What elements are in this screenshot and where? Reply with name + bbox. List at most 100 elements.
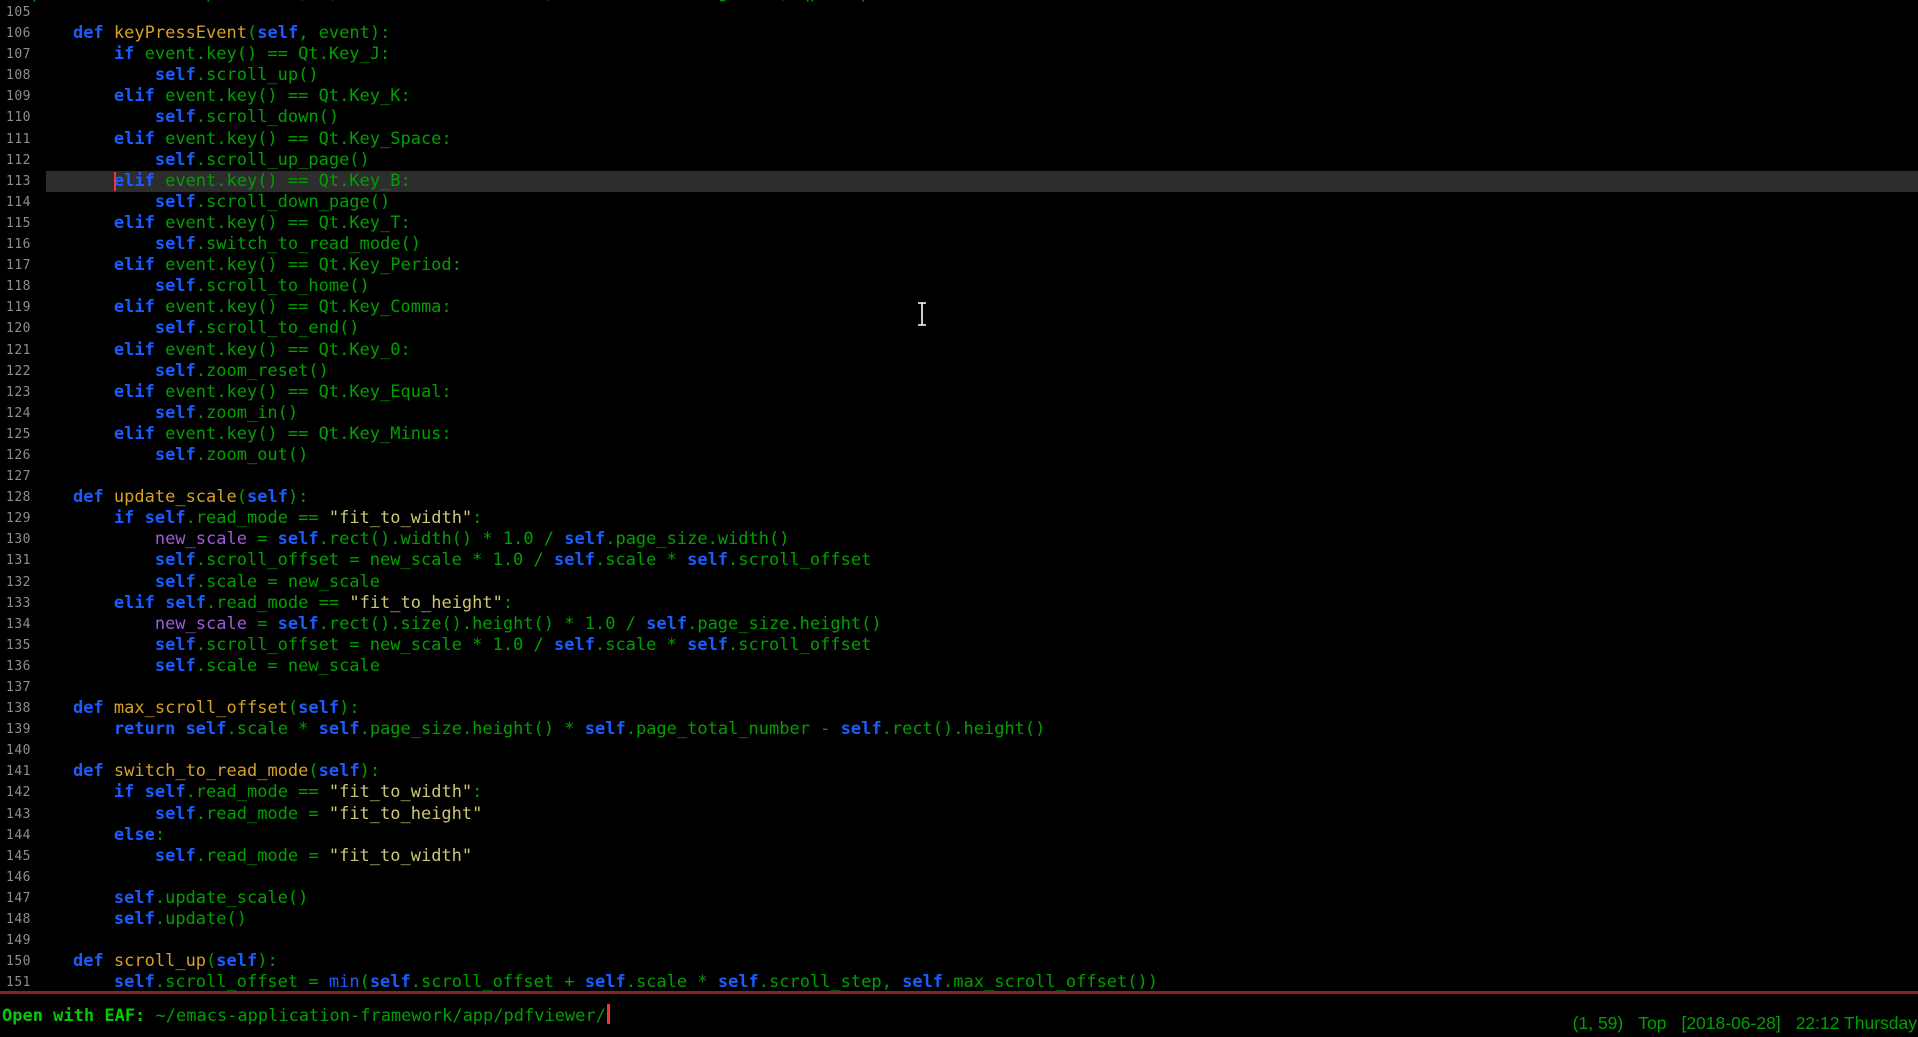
line-number: 146 xyxy=(6,867,32,888)
code-line[interactable]: 112 self.scroll_up_page() xyxy=(0,150,1918,171)
line-number: 129 xyxy=(6,508,32,529)
line-number: 140 xyxy=(6,740,32,761)
line-number: 128 xyxy=(6,487,32,508)
code-line[interactable]: 110 self.scroll_down() xyxy=(0,107,1918,128)
line-number: 113 xyxy=(6,171,32,192)
minibuffer[interactable]: Open with EAF: ~/emacs-application-frame… xyxy=(2,1003,610,1029)
code-line[interactable]: 145 self.read_mode = "fit_to_width" xyxy=(0,846,1918,867)
buffer-position: Top xyxy=(1638,1012,1666,1034)
line-number: 108 xyxy=(6,65,32,86)
code-line[interactable]: 130 new_scale = self.rect().width() * 1.… xyxy=(0,529,1918,550)
code-lines: 105106 def keyPressEvent(self, event):10… xyxy=(0,2,1918,991)
line-content: self.read_mode = "fit_to_width" xyxy=(32,846,472,866)
line-content: self.scroll_offset = min(self.scroll_off… xyxy=(32,972,1158,991)
line-number: 150 xyxy=(6,951,32,972)
line-content: self.scroll_to_home() xyxy=(32,276,370,296)
line-content: self.scroll_offset = new_scale * 1.0 / s… xyxy=(32,635,871,655)
code-line[interactable]: 122 self.zoom_reset() xyxy=(0,361,1918,382)
line-number: 131 xyxy=(6,550,32,571)
code-line[interactable]: 117 elif event.key() == Qt.Key_Period: xyxy=(0,255,1918,276)
code-line[interactable]: 121 elif event.key() == Qt.Key_0: xyxy=(0,340,1918,361)
code-line[interactable]: 108 self.scroll_up() xyxy=(0,65,1918,86)
line-number: 119 xyxy=(6,297,32,318)
code-line[interactable]: 128 def update_scale(self): xyxy=(0,487,1918,508)
code-line[interactable]: 106 def keyPressEvent(self, event): xyxy=(0,23,1918,44)
code-buffer[interactable]: painter.drawPixmap(QRect(0, 0, self.rect… xyxy=(0,0,1918,991)
code-line[interactable]: 114 self.scroll_down_page() xyxy=(0,192,1918,213)
code-line[interactable]: 140 xyxy=(0,740,1918,761)
line-number: 123 xyxy=(6,382,32,403)
code-line[interactable]: 147 self.update_scale() xyxy=(0,888,1918,909)
code-line[interactable]: 131 self.scroll_offset = new_scale * 1.0… xyxy=(0,550,1918,571)
line-content: elif event.key() == Qt.Key_Minus: xyxy=(32,424,452,444)
line-number: 110 xyxy=(6,107,32,128)
line-number: 118 xyxy=(6,276,32,297)
code-line[interactable]: 123 elif event.key() == Qt.Key_Equal: xyxy=(0,382,1918,403)
line-number: 106 xyxy=(6,23,32,44)
code-line[interactable]: 135 self.scroll_offset = new_scale * 1.0… xyxy=(0,635,1918,656)
line-number: 127 xyxy=(6,466,32,487)
code-line[interactable]: 149 xyxy=(0,930,1918,951)
code-line[interactable]: 133 elif self.read_mode == "fit_to_heigh… xyxy=(0,593,1918,614)
line-number: 124 xyxy=(6,403,32,424)
code-line[interactable]: 142 if self.read_mode == "fit_to_width": xyxy=(0,782,1918,803)
line-number: 142 xyxy=(6,782,32,803)
code-line[interactable]: 107 if event.key() == Qt.Key_J: xyxy=(0,44,1918,65)
cursor-position: (1, 59) xyxy=(1573,1012,1624,1034)
code-line[interactable]: 134 new_scale = self.rect().size().heigh… xyxy=(0,614,1918,635)
line-number: 132 xyxy=(6,572,32,593)
minibuffer-input[interactable]: ~/emacs-application-framework/app/pdfvie… xyxy=(156,1006,606,1026)
code-line[interactable]: 136 self.scale = new_scale xyxy=(0,656,1918,677)
line-number: 144 xyxy=(6,825,32,846)
code-line[interactable]: 137 xyxy=(0,677,1918,698)
line-number: 114 xyxy=(6,192,32,213)
code-line[interactable]: 124 self.zoom_in() xyxy=(0,403,1918,424)
code-line[interactable]: 109 elif event.key() == Qt.Key_K: xyxy=(0,86,1918,107)
line-content: elif event.key() == Qt.Key_T: xyxy=(32,213,411,233)
line-number: 120 xyxy=(6,318,32,339)
code-line[interactable]: 141 def switch_to_read_mode(self): xyxy=(0,761,1918,782)
line-content: elif event.key() == Qt.Key_0: xyxy=(32,340,411,360)
code-line[interactable]: 151 self.scroll_offset = min(self.scroll… xyxy=(0,972,1918,991)
code-line[interactable]: 139 return self.scale * self.page_size.h… xyxy=(0,719,1918,740)
code-line[interactable]: 111 elif event.key() == Qt.Key_Space: xyxy=(0,129,1918,150)
code-line[interactable]: 146 xyxy=(0,867,1918,888)
line-number: 139 xyxy=(6,719,32,740)
line-content: new_scale = self.rect().width() * 1.0 / … xyxy=(32,529,789,549)
code-line[interactable]: 129 if self.read_mode == "fit_to_width": xyxy=(0,508,1918,529)
line-content: def scroll_up(self): xyxy=(32,951,278,971)
line-content: elif event.key() == Qt.Key_Comma: xyxy=(32,297,452,317)
line-content: new_scale = self.rect().size().height() … xyxy=(32,614,882,634)
code-line[interactable]: 143 self.read_mode = "fit_to_height" xyxy=(0,804,1918,825)
line-content: self.scroll_up() xyxy=(32,65,319,85)
code-line[interactable]: 144 else: xyxy=(0,825,1918,846)
line-content: def switch_to_read_mode(self): xyxy=(32,761,380,781)
mouse-cursor-ibeam xyxy=(915,301,929,327)
line-number: 135 xyxy=(6,635,32,656)
code-line[interactable]: 113 elif event.key() == Qt.Key_B: xyxy=(0,171,1918,192)
code-line[interactable]: 120 self.scroll_to_end() xyxy=(0,318,1918,339)
line-number: 111 xyxy=(6,129,32,150)
line-content: self.scroll_down() xyxy=(32,107,339,127)
line-number: 133 xyxy=(6,593,32,614)
code-line[interactable]: 127 xyxy=(0,466,1918,487)
line-content: def max_scroll_offset(self): xyxy=(32,698,360,718)
code-line[interactable]: 150 def scroll_up(self): xyxy=(0,951,1918,972)
line-number: 143 xyxy=(6,804,32,825)
code-line[interactable]: 116 self.switch_to_read_mode() xyxy=(0,234,1918,255)
code-line[interactable]: 126 self.zoom_out() xyxy=(0,445,1918,466)
code-line[interactable]: 119 elif event.key() == Qt.Key_Comma: xyxy=(0,297,1918,318)
code-line[interactable]: 105 xyxy=(0,2,1918,23)
code-line[interactable]: 125 elif event.key() == Qt.Key_Minus: xyxy=(0,424,1918,445)
code-line[interactable]: 115 elif event.key() == Qt.Key_T: xyxy=(0,213,1918,234)
code-line[interactable]: 138 def max_scroll_offset(self): xyxy=(0,698,1918,719)
status-tray: (1, 59) Top [2018-06-28] 22:12 Thursday xyxy=(1573,1012,1917,1034)
time-badge: 22:12 Thursday xyxy=(1796,1012,1917,1034)
line-number: 134 xyxy=(6,614,32,635)
code-line[interactable]: 148 self.update() xyxy=(0,909,1918,930)
line-content: elif self.read_mode == "fit_to_height": xyxy=(32,593,513,613)
line-number: 147 xyxy=(6,888,32,909)
code-line[interactable]: 118 self.scroll_to_home() xyxy=(0,276,1918,297)
line-content: self.scroll_down_page() xyxy=(32,192,390,212)
code-line[interactable]: 132 self.scale = new_scale xyxy=(0,572,1918,593)
